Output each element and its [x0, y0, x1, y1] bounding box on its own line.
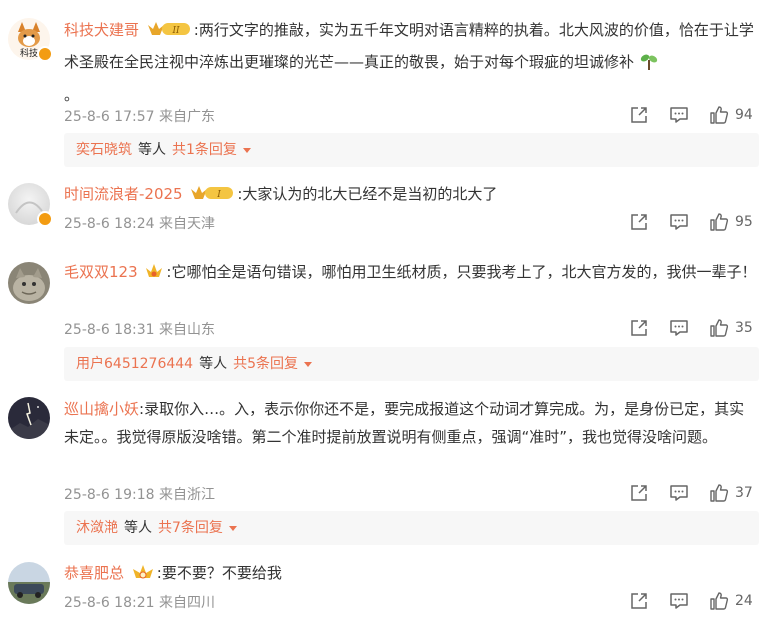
avatar[interactable] — [8, 562, 50, 604]
reply-user[interactable]: 用户6451276444 — [76, 356, 193, 372]
reply-summary[interactable]: 沐潋滟 等人 共7条回复 — [64, 511, 759, 545]
comment-icon[interactable] — [659, 590, 699, 612]
comment-actions: 24 — [619, 590, 759, 612]
reply-count-link[interactable]: 共1条回复 — [172, 142, 237, 158]
like-count: 37 — [735, 485, 753, 501]
share-icon[interactable] — [619, 211, 659, 233]
thumbs-up-icon — [710, 484, 729, 502]
like-button[interactable]: 35 — [699, 317, 759, 339]
username[interactable]: 巡山擒小妖 — [64, 400, 139, 418]
comment-icon[interactable] — [659, 317, 699, 339]
thumbs-up-icon — [710, 106, 729, 124]
chevron-down-icon[interactable] — [242, 147, 251, 153]
vip-level-2-badge-icon: II — [146, 19, 192, 48]
comment-meta: 25-8-6 18:31 来自山东 — [64, 322, 215, 338]
comment-icon[interactable] — [659, 482, 699, 504]
chevron-down-icon[interactable] — [228, 525, 237, 531]
username[interactable]: 毛双双123 — [64, 263, 138, 281]
comment-icon[interactable] — [659, 211, 699, 233]
crown-badge-icon — [131, 562, 155, 591]
like-button[interactable]: 24 — [699, 590, 759, 612]
comment-meta: 25-8-6 18:24 来自天津 — [64, 216, 215, 232]
share-icon[interactable] — [619, 482, 659, 504]
avatar[interactable] — [8, 262, 50, 304]
like-button[interactable]: 95 — [699, 211, 759, 233]
svg-text:I: I — [217, 190, 222, 200]
share-icon[interactable] — [619, 317, 659, 339]
like-button[interactable]: 37 — [699, 482, 759, 504]
share-icon[interactable] — [619, 590, 659, 612]
like-button[interactable]: 94 — [699, 104, 759, 126]
comment-text: :录取你入…。入，表示你你还不是，要完成报道这个动词才算完成。为，是身份已定，其… — [64, 400, 745, 446]
comment-text: :要不要？不要给我 — [156, 564, 282, 582]
comment-meta: 25-8-6 19:18 来自浙江 — [64, 487, 215, 503]
comment-body: 时间流浪者-2025 I :大家认为的北大已经不是当初的北大了 — [64, 180, 759, 212]
comment-body: 毛双双123 :它哪怕全是语句错误，哪怕用卫生纸材质，只要我考上了，北大官方发的… — [64, 258, 759, 290]
username[interactable]: 科技犬建哥 — [64, 21, 139, 39]
username[interactable]: 时间流浪者-2025 — [64, 185, 183, 203]
reply-summary[interactable]: 用户6451276444 等人 共5条回复 — [64, 347, 759, 381]
like-count: 35 — [735, 320, 753, 336]
reply-user[interactable]: 沐潋滟 — [76, 520, 118, 536]
comment-body: 恭喜肥总 :要不要？不要给我 — [64, 559, 759, 591]
svg-text:II: II — [171, 26, 180, 36]
comment-text-end: 。 — [64, 86, 80, 104]
comment-body: 科技犬建哥 II :两行文字的推敲，实为五千年文明对语言精粹的执着。北大风波的价… — [64, 16, 759, 109]
svg-text:科技: 科技 — [20, 47, 38, 59]
verified-badge-icon — [37, 211, 53, 227]
reply-etc: 等人 — [138, 142, 166, 158]
thumbs-up-icon — [710, 592, 729, 610]
username[interactable]: 恭喜肥总 — [64, 564, 124, 582]
avatar[interactable] — [8, 397, 50, 439]
reply-etc: 等人 — [199, 356, 228, 372]
comment-meta: 25-8-6 17:57 来自广东 — [64, 109, 215, 125]
like-count: 94 — [735, 107, 753, 123]
comment-meta: 25-8-6 18:21 来自四川 — [64, 595, 215, 611]
thumbs-up-icon — [710, 213, 729, 231]
comment-actions: 94 — [619, 104, 759, 126]
like-count: 95 — [735, 214, 753, 230]
thumbs-up-icon — [710, 319, 729, 337]
reply-count-link[interactable]: 共7条回复 — [158, 520, 223, 536]
comment-text: :它哪怕全是语句错误，哪怕用卫生纸材质，只要我考上了，北大官方发的，我供一辈子！ — [166, 263, 757, 281]
comment-actions: 95 — [619, 211, 759, 233]
crown-badge-icon — [144, 261, 164, 290]
comment-actions: 37 — [619, 482, 759, 504]
comment-body: 巡山擒小妖:录取你入…。入，表示你你还不是，要完成报道这个动词才算完成。为，是身… — [64, 395, 759, 451]
share-icon[interactable] — [619, 104, 659, 126]
vip-level-1-badge-icon: I — [189, 183, 235, 212]
reply-etc: 等人 — [124, 520, 152, 536]
comment-text: :大家认为的北大已经不是当初的北大了 — [237, 185, 498, 203]
verified-badge-icon — [37, 46, 53, 62]
comment-icon[interactable] — [659, 104, 699, 126]
reply-user[interactable]: 奕石晓筑 — [76, 142, 132, 158]
like-count: 24 — [735, 593, 753, 609]
reply-count-link[interactable]: 共5条回复 — [233, 356, 298, 372]
reply-summary[interactable]: 奕石晓筑 等人 共1条回复 — [64, 133, 759, 167]
sprout-emoji-icon — [639, 52, 659, 81]
comment-actions: 35 — [619, 317, 759, 339]
chevron-down-icon[interactable] — [304, 361, 312, 367]
